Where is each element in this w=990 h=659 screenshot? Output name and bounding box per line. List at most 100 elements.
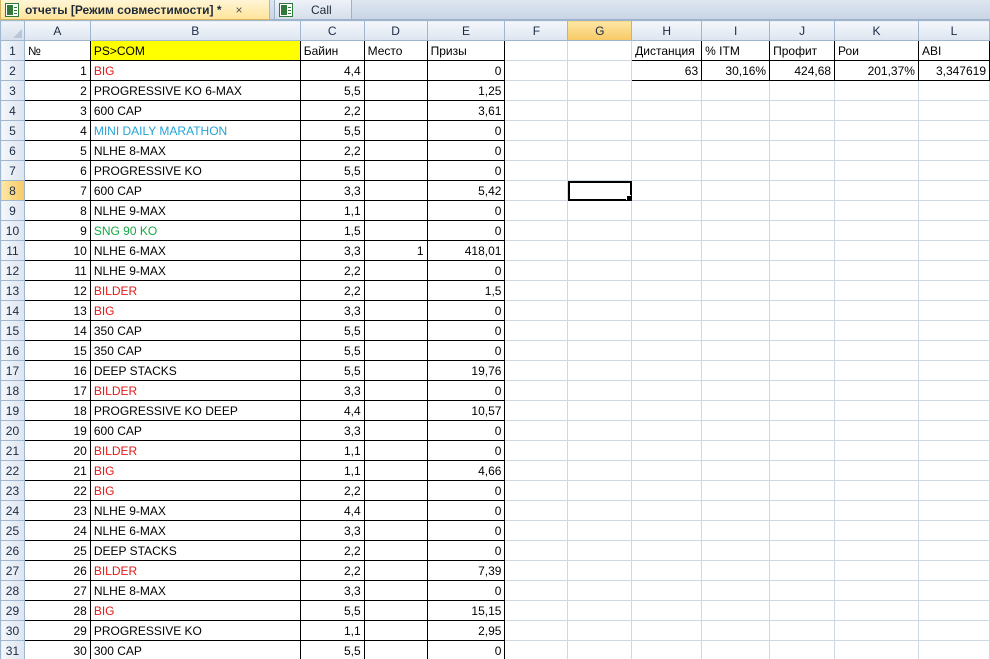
cell-prize[interactable]: 0 [426,500,506,521]
cell[interactable] [834,120,919,141]
cell[interactable] [834,580,919,601]
cell-place[interactable] [363,440,428,461]
cell-place[interactable] [363,600,428,621]
cell[interactable] [701,260,771,281]
cell[interactable] [769,620,836,641]
cell[interactable] [504,600,569,621]
cell[interactable] [701,80,771,101]
cell-buyin[interactable]: 2,2 [299,480,365,501]
cell[interactable] [631,480,703,501]
cell[interactable] [917,620,990,641]
cell-buyin[interactable]: 5,5 [299,160,365,181]
column-header-d[interactable]: D [363,20,428,41]
column-header-j[interactable]: J [769,20,836,41]
cell[interactable] [917,600,990,621]
cell-place[interactable] [363,620,428,641]
cell[interactable] [567,320,633,341]
cell[interactable] [504,460,569,481]
cell[interactable] [917,100,990,121]
cell-prize[interactable]: 0 [426,440,506,461]
cell[interactable] [769,320,836,341]
column-header-a[interactable]: A [23,20,91,41]
cell[interactable] [917,540,990,561]
cell[interactable] [917,160,990,181]
cell-no[interactable]: 10 [23,240,91,261]
cell-no[interactable]: 5 [23,140,91,161]
cell[interactable] [917,80,990,101]
column-header-l[interactable]: L [917,20,990,41]
row-header[interactable]: 31 [0,640,25,659]
cell[interactable] [701,400,771,421]
cell[interactable] [631,560,703,581]
cell[interactable] [834,340,919,361]
stats-header[interactable]: ABI [917,40,990,61]
cell-tournament[interactable]: 350 CAP [89,320,301,341]
cell[interactable] [504,320,569,341]
cell[interactable] [631,100,703,121]
cell[interactable] [701,580,771,601]
header-no[interactable]: № [23,40,91,61]
cell[interactable] [917,260,990,281]
cell[interactable] [504,400,569,421]
cell[interactable] [917,480,990,501]
cell[interactable] [631,460,703,481]
cell-tournament[interactable]: NLHE 6-MAX [89,240,301,261]
tab-workbook-reports[interactable]: отчеты [Режим совместимости] * × [0,0,270,20]
header-tournament[interactable]: PS>COM [89,40,301,61]
cell[interactable] [769,540,836,561]
cell[interactable] [834,380,919,401]
cell[interactable] [834,520,919,541]
cell[interactable] [769,280,836,301]
cell[interactable] [567,600,633,621]
row-header[interactable]: 23 [0,480,25,501]
cell[interactable] [917,120,990,141]
cell[interactable] [834,420,919,441]
cell[interactable] [567,40,633,61]
cell-buyin[interactable]: 5,5 [299,360,365,381]
cell-prize[interactable]: 1,5 [426,280,506,301]
cell[interactable] [769,420,836,441]
header-place[interactable]: Место [363,40,428,61]
cell[interactable] [834,240,919,261]
cell-prize[interactable]: 0 [426,420,506,441]
cell-tournament[interactable]: PROGRESSIVE KO 6-MAX [89,80,301,101]
cell[interactable] [834,260,919,281]
cell[interactable] [701,100,771,121]
cell-tournament[interactable]: 600 CAP [89,100,301,121]
cell-tournament[interactable]: BIG [89,600,301,621]
active-cell-g8[interactable] [567,180,633,201]
row-header[interactable]: 10 [0,220,25,241]
cell-tournament[interactable]: PROGRESSIVE KO [89,620,301,641]
cell-tournament[interactable]: 600 CAP [89,420,301,441]
cell[interactable] [701,460,771,481]
cell[interactable] [701,560,771,581]
cell[interactable] [567,300,633,321]
cell-no[interactable]: 9 [23,220,91,241]
column-header-b[interactable]: B [89,20,301,41]
cell-no[interactable]: 23 [23,500,91,521]
cell[interactable] [917,220,990,241]
cell-buyin[interactable]: 2,2 [299,280,365,301]
cell[interactable] [631,360,703,381]
cell-prize[interactable]: 0 [426,320,506,341]
row-header[interactable]: 21 [0,440,25,461]
cell[interactable] [631,580,703,601]
cell[interactable] [769,260,836,281]
cell-buyin[interactable]: 5,5 [299,340,365,361]
cell[interactable] [769,340,836,361]
row-header[interactable]: 7 [0,160,25,181]
cell[interactable] [504,540,569,561]
cell-place[interactable] [363,300,428,321]
cell[interactable] [769,300,836,321]
cell-place[interactable] [363,460,428,481]
cell-no[interactable]: 12 [23,280,91,301]
cell-place[interactable] [363,520,428,541]
cell-prize[interactable]: 0 [426,220,506,241]
cell[interactable] [701,340,771,361]
cell[interactable] [701,620,771,641]
cell[interactable] [701,360,771,381]
cell[interactable] [504,420,569,441]
cell[interactable] [834,640,919,659]
cell-tournament[interactable]: BIG [89,60,301,81]
cell[interactable] [504,580,569,601]
